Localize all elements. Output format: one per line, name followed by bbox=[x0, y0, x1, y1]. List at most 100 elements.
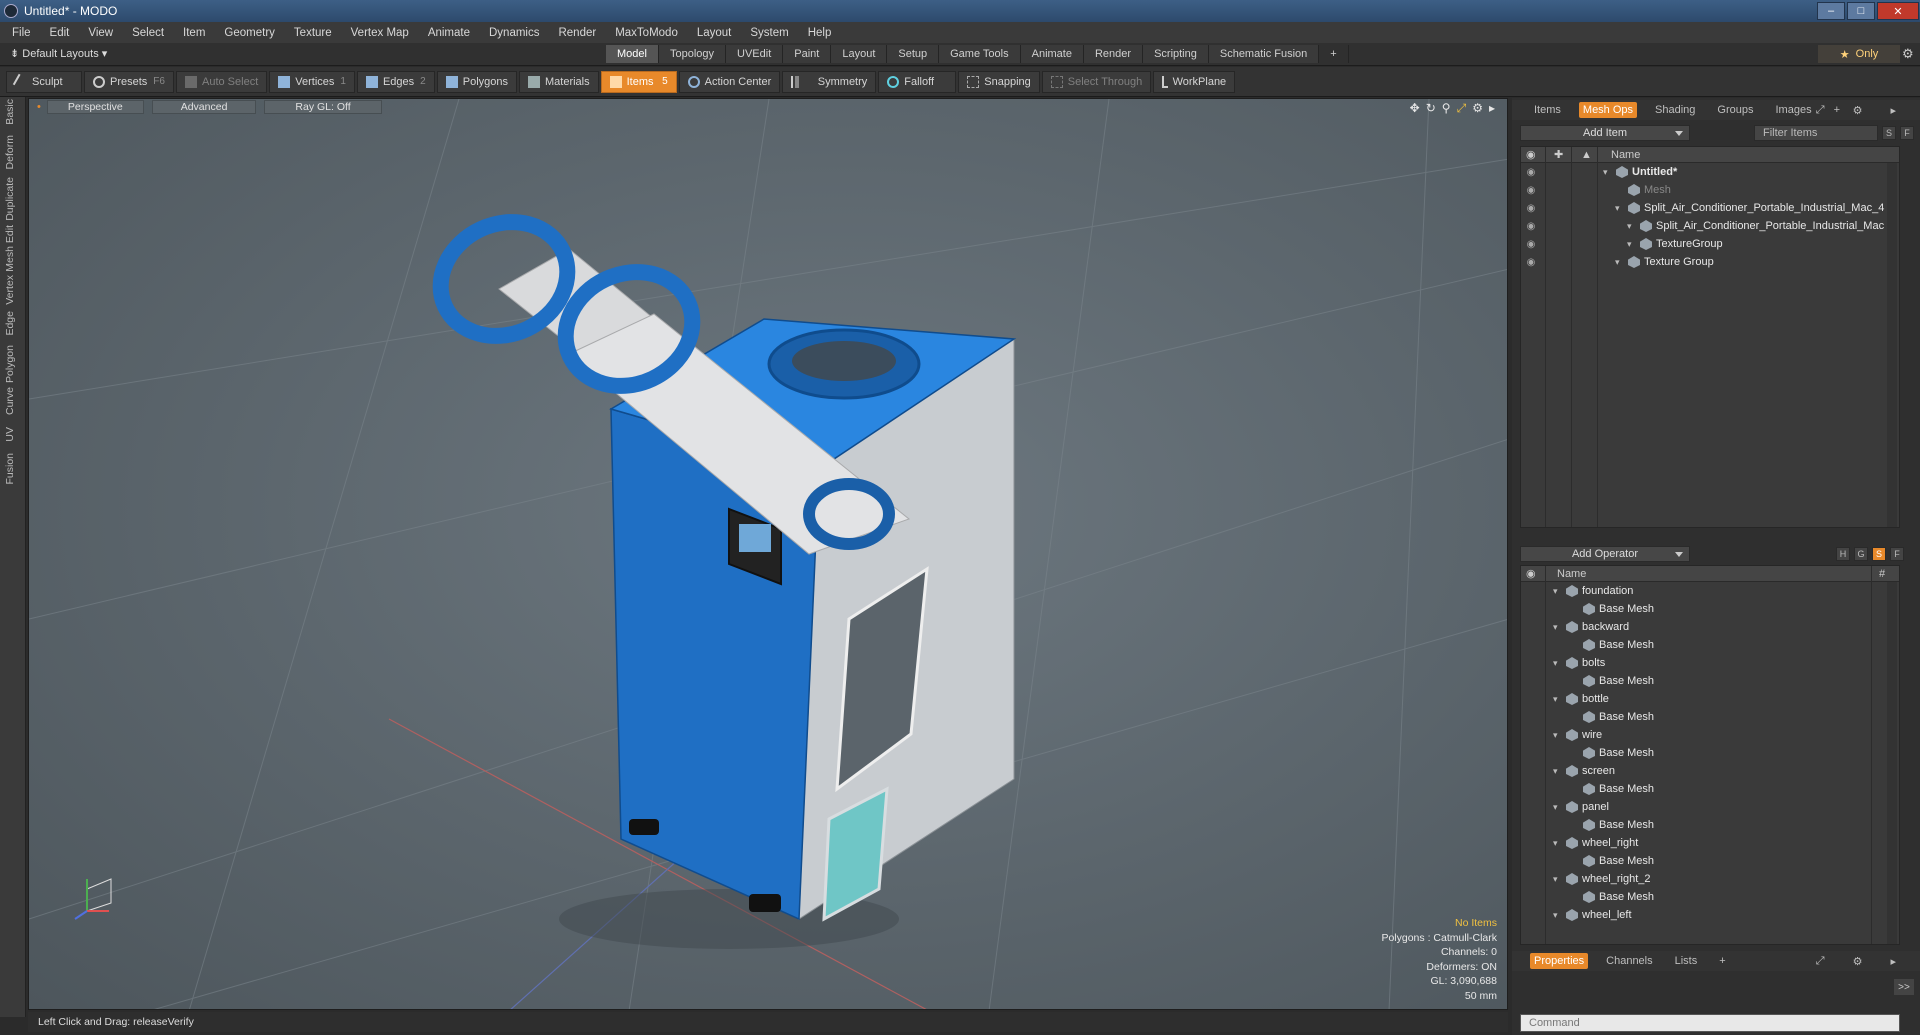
visibility-eye-icon[interactable]: ◉ bbox=[1525, 184, 1537, 196]
items-scrollbar[interactable] bbox=[1887, 163, 1897, 527]
base-mesh-row[interactable]: Base Mesh bbox=[1521, 888, 1899, 906]
polygons-button[interactable]: Polygons bbox=[436, 70, 517, 93]
zoom-icon[interactable]: ⚲ bbox=[1442, 101, 1451, 116]
layout-tab-animate[interactable]: Animate bbox=[1020, 45, 1084, 63]
edges-button[interactable]: Edges 2 bbox=[356, 70, 435, 93]
expand-triangle-icon[interactable]: ▾ bbox=[1553, 766, 1561, 777]
expand-triangle-icon[interactable]: ▾ bbox=[1615, 257, 1623, 268]
menu-render[interactable]: Render bbox=[558, 27, 596, 39]
expand-triangle-icon[interactable]: ▾ bbox=[1553, 622, 1561, 633]
meshops-scrollbar[interactable] bbox=[1887, 582, 1897, 944]
expand-icon[interactable]: ⤢ bbox=[1812, 102, 1829, 119]
panel-menu-icon[interactable]: ▸ bbox=[1886, 953, 1900, 970]
panel-tab-mesh-ops[interactable]: Mesh Ops bbox=[1578, 102, 1638, 118]
only-toggle[interactable]: ★ Only bbox=[1818, 45, 1900, 63]
operator-row[interactable]: ▾ backward bbox=[1521, 618, 1899, 636]
expand-icon[interactable]: ⤢ bbox=[1812, 953, 1829, 970]
menu-layout[interactable]: Layout bbox=[697, 27, 732, 39]
visibility-eye-icon[interactable]: ◉ bbox=[1525, 166, 1537, 178]
viewport-menu-icon[interactable]: • bbox=[37, 101, 41, 113]
layout-tab-schematic-fusion[interactable]: Schematic Fusion bbox=[1208, 45, 1320, 63]
menu-system[interactable]: System bbox=[750, 27, 788, 39]
menu-geometry[interactable]: Geometry bbox=[224, 27, 275, 39]
menu-maxtomodo[interactable]: MaxToModo bbox=[615, 27, 678, 39]
f-filter-button[interactable]: F bbox=[1900, 126, 1914, 140]
maximize-button[interactable]: □ bbox=[1847, 2, 1875, 20]
panel-tab-groups[interactable]: Groups bbox=[1713, 102, 1757, 118]
visibility-eye-icon[interactable]: ◉ bbox=[1525, 220, 1537, 232]
items-button[interactable]: Items 5 bbox=[600, 70, 677, 93]
rotate-icon[interactable]: ↻ bbox=[1426, 101, 1436, 116]
base-mesh-row[interactable]: Base Mesh bbox=[1521, 600, 1899, 618]
layout-tab-game-tools[interactable]: Game Tools bbox=[939, 45, 1021, 63]
left-tab-edge[interactable]: Edge bbox=[4, 311, 16, 336]
panel-gear-icon[interactable]: ⚙ bbox=[1849, 102, 1867, 119]
panel-tab-items[interactable]: Items bbox=[1530, 102, 1565, 118]
f-button[interactable]: F bbox=[1890, 547, 1904, 561]
action-center-button[interactable]: Action Center bbox=[678, 70, 781, 93]
tree-row[interactable]: ◉ ▾ Texture Group bbox=[1521, 253, 1899, 271]
select-through-button[interactable]: Select Through bbox=[1041, 70, 1152, 93]
visibility-eye-icon[interactable]: ◉ bbox=[1525, 238, 1537, 250]
layout-tab-uvedit[interactable]: UVEdit bbox=[726, 45, 784, 63]
base-mesh-row[interactable]: Base Mesh bbox=[1521, 816, 1899, 834]
perspective-button[interactable]: Perspective bbox=[46, 100, 144, 114]
left-tab-basic[interactable]: Basic bbox=[4, 99, 16, 125]
layout-tab-layout[interactable]: Layout bbox=[831, 45, 888, 63]
panel-tab-images[interactable]: Images bbox=[1772, 102, 1816, 118]
s-filter-button[interactable]: S bbox=[1882, 126, 1896, 140]
filter-items-input[interactable]: Filter Items bbox=[1754, 125, 1878, 141]
panel-tab-add[interactable]: + bbox=[1715, 953, 1729, 969]
left-tab-uv[interactable]: UV bbox=[4, 427, 16, 442]
materials-button[interactable]: Materials bbox=[519, 70, 599, 93]
expand-triangle-icon[interactable]: ▾ bbox=[1553, 730, 1561, 741]
presets-button[interactable]: Presets F6 bbox=[84, 70, 174, 93]
layout-tab-setup[interactable]: Setup bbox=[887, 45, 940, 63]
panel-tab-shading[interactable]: Shading bbox=[1651, 102, 1699, 118]
close-button[interactable]: ✕ bbox=[1877, 2, 1919, 20]
operator-row[interactable]: ▾ bolts bbox=[1521, 654, 1899, 672]
layout-tab-topology[interactable]: Topology bbox=[658, 45, 727, 63]
operator-row[interactable]: ▾ bottle bbox=[1521, 690, 1899, 708]
snapping-button[interactable]: Snapping bbox=[958, 70, 1040, 93]
s-button[interactable]: S bbox=[1872, 547, 1886, 561]
tree-row[interactable]: ◉ ▾ TextureGroup bbox=[1521, 235, 1899, 253]
tree-row[interactable]: ◉ Mesh bbox=[1521, 181, 1899, 199]
layout-tab-paint[interactable]: Paint bbox=[783, 45, 832, 63]
viewport-gear-icon[interactable]: ⚙ bbox=[1472, 101, 1483, 116]
pan-icon[interactable]: ✥ bbox=[1410, 101, 1420, 116]
h-button[interactable]: H bbox=[1836, 547, 1850, 561]
panel-gear-icon[interactable]: ⚙ bbox=[1849, 953, 1867, 970]
expand-triangle-icon[interactable]: ▾ bbox=[1553, 658, 1561, 669]
3d-viewport[interactable]: • Perspective Advanced Ray GL: Off ✥ ↻ ⚲… bbox=[28, 98, 1508, 1010]
workplane-button[interactable]: WorkPlane bbox=[1153, 70, 1236, 93]
vertices-button[interactable]: Vertices 1 bbox=[269, 70, 355, 93]
menu-help[interactable]: Help bbox=[808, 27, 832, 39]
left-tab-duplicate[interactable]: Duplicate bbox=[4, 177, 16, 221]
expand-triangle-icon[interactable]: ▾ bbox=[1553, 694, 1561, 705]
base-mesh-row[interactable]: Base Mesh bbox=[1521, 852, 1899, 870]
add-layout-tab-button[interactable]: + bbox=[1319, 45, 1349, 63]
menu-vertex-map[interactable]: Vertex Map bbox=[351, 27, 409, 39]
visibility-eye-icon[interactable]: ◉ bbox=[1525, 202, 1537, 214]
panel-tab-properties[interactable]: Properties bbox=[1530, 953, 1589, 969]
tree-row[interactable]: ◉ ▾ Split_Air_Conditioner_Portable_Industr… bbox=[1521, 217, 1899, 235]
operator-row[interactable]: ▾ wheel_left bbox=[1521, 906, 1899, 924]
visibility-eye-icon[interactable]: ◉ bbox=[1525, 256, 1537, 268]
operator-row[interactable]: ▾ panel bbox=[1521, 798, 1899, 816]
sculpt-button[interactable]: Sculpt bbox=[6, 70, 82, 93]
expand-properties-button[interactable]: >> bbox=[1894, 979, 1914, 995]
menu-edit[interactable]: Edit bbox=[50, 27, 70, 39]
gear-icon[interactable]: ⚙ bbox=[1902, 46, 1914, 62]
operator-row[interactable]: ▾ screen bbox=[1521, 762, 1899, 780]
panel-tab-lists[interactable]: Lists bbox=[1671, 953, 1702, 969]
maximize-icon[interactable]: ⤢ bbox=[1457, 101, 1467, 116]
menu-animate[interactable]: Animate bbox=[428, 27, 470, 39]
base-mesh-row[interactable]: Base Mesh bbox=[1521, 744, 1899, 762]
menu-file[interactable]: File bbox=[12, 27, 31, 39]
expand-triangle-icon[interactable]: ▾ bbox=[1553, 874, 1561, 885]
expand-triangle-icon[interactable]: ▾ bbox=[1553, 838, 1561, 849]
base-mesh-row[interactable]: Base Mesh bbox=[1521, 708, 1899, 726]
default-layouts-dropdown[interactable]: ⇟ Default Layouts ▾ bbox=[10, 47, 107, 60]
operator-row[interactable]: ▾ foundation bbox=[1521, 582, 1899, 600]
